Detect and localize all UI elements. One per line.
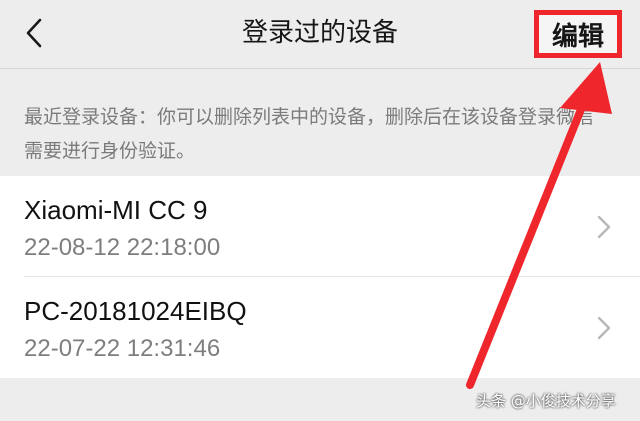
device-name: Xiaomi-MI CC 9 bbox=[24, 195, 208, 225]
device-name: PC-20181024EIBQ bbox=[24, 296, 247, 326]
device-row[interactable]: PC-20181024EIBQ 22-07-22 12:31:46 bbox=[0, 277, 640, 378]
top-bar: 登录过的设备 编辑 bbox=[0, 0, 640, 69]
chevron-right-icon bbox=[597, 316, 611, 340]
device-login-time: 22-08-12 22:18:00 bbox=[24, 234, 221, 261]
device-row[interactable]: Xiaomi-MI CC 9 22-08-12 22:18:00 bbox=[0, 176, 640, 277]
chevron-right-icon bbox=[597, 215, 611, 239]
device-login-time: 22-07-22 12:31:46 bbox=[24, 335, 221, 362]
device-list: Xiaomi-MI CC 9 22-08-12 22:18:00 PC-2018… bbox=[0, 176, 640, 378]
watermark: 头条 @小俊技术分享 bbox=[476, 392, 616, 410]
edit-button[interactable]: 编辑 bbox=[534, 10, 622, 58]
notice-text: 最近登录设备：你可以删除列表中的设备，删除后在该设备登录微信需要进行身份验证。 bbox=[24, 106, 595, 162]
